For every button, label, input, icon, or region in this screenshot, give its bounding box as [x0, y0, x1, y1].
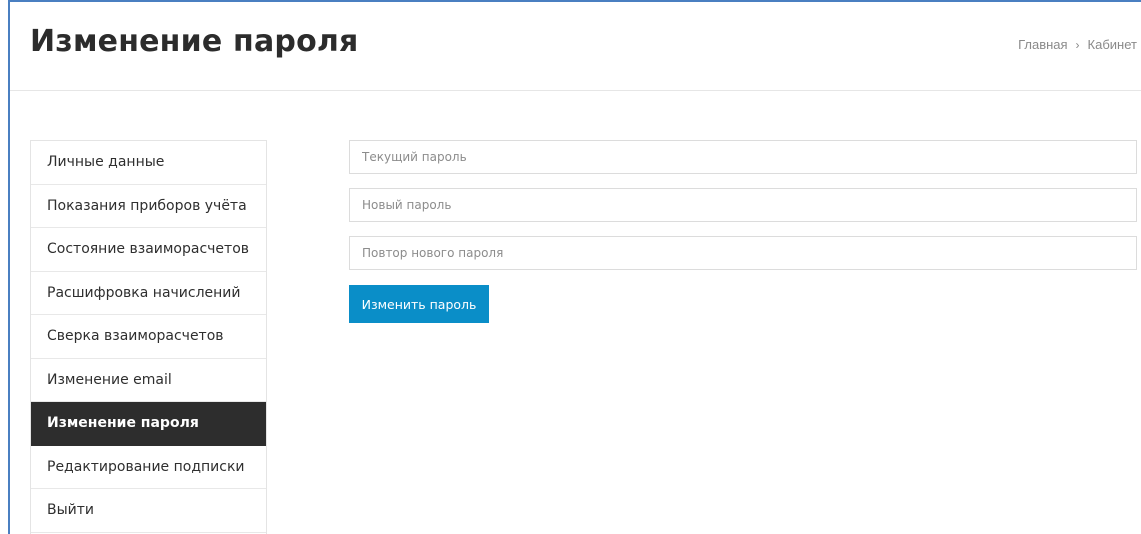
sidebar-item-change-email[interactable]: Изменение email [31, 359, 266, 402]
breadcrumb-current: Кабинет [1087, 37, 1137, 52]
page-title: Изменение пароля [30, 24, 359, 59]
sidebar-item-settlement-reconciliation[interactable]: Сверка взаиморасчетов [31, 315, 266, 359]
repeat-password-input[interactable] [349, 236, 1137, 270]
page-header: Изменение пароля Главная › Кабинет [10, 2, 1141, 91]
breadcrumb: Главная › Кабинет [1018, 37, 1137, 52]
sidebar-item-personal-data[interactable]: Личные данные [31, 141, 266, 185]
account-sidebar: Личные данные Показания приборов учёта С… [30, 140, 267, 534]
new-password-input[interactable] [349, 188, 1137, 222]
current-password-input[interactable] [349, 140, 1137, 174]
breadcrumb-home-link[interactable]: Главная [1018, 37, 1067, 52]
change-password-button[interactable]: Изменить пароль [349, 285, 489, 323]
sidebar-item-settlement-status[interactable]: Состояние взаиморасчетов [31, 228, 266, 272]
sidebar-item-edit-subscription[interactable]: Редактирование подписки [31, 446, 266, 489]
sidebar-item-change-password[interactable]: Изменение пароля [31, 402, 266, 446]
sidebar-item-meter-readings[interactable]: Показания приборов учёта [31, 185, 266, 228]
chevron-right-icon: › [1075, 38, 1080, 52]
sidebar-item-logout[interactable]: Выйти [31, 489, 266, 533]
sidebar-item-charges-breakdown[interactable]: Расшифровка начислений [31, 272, 266, 315]
